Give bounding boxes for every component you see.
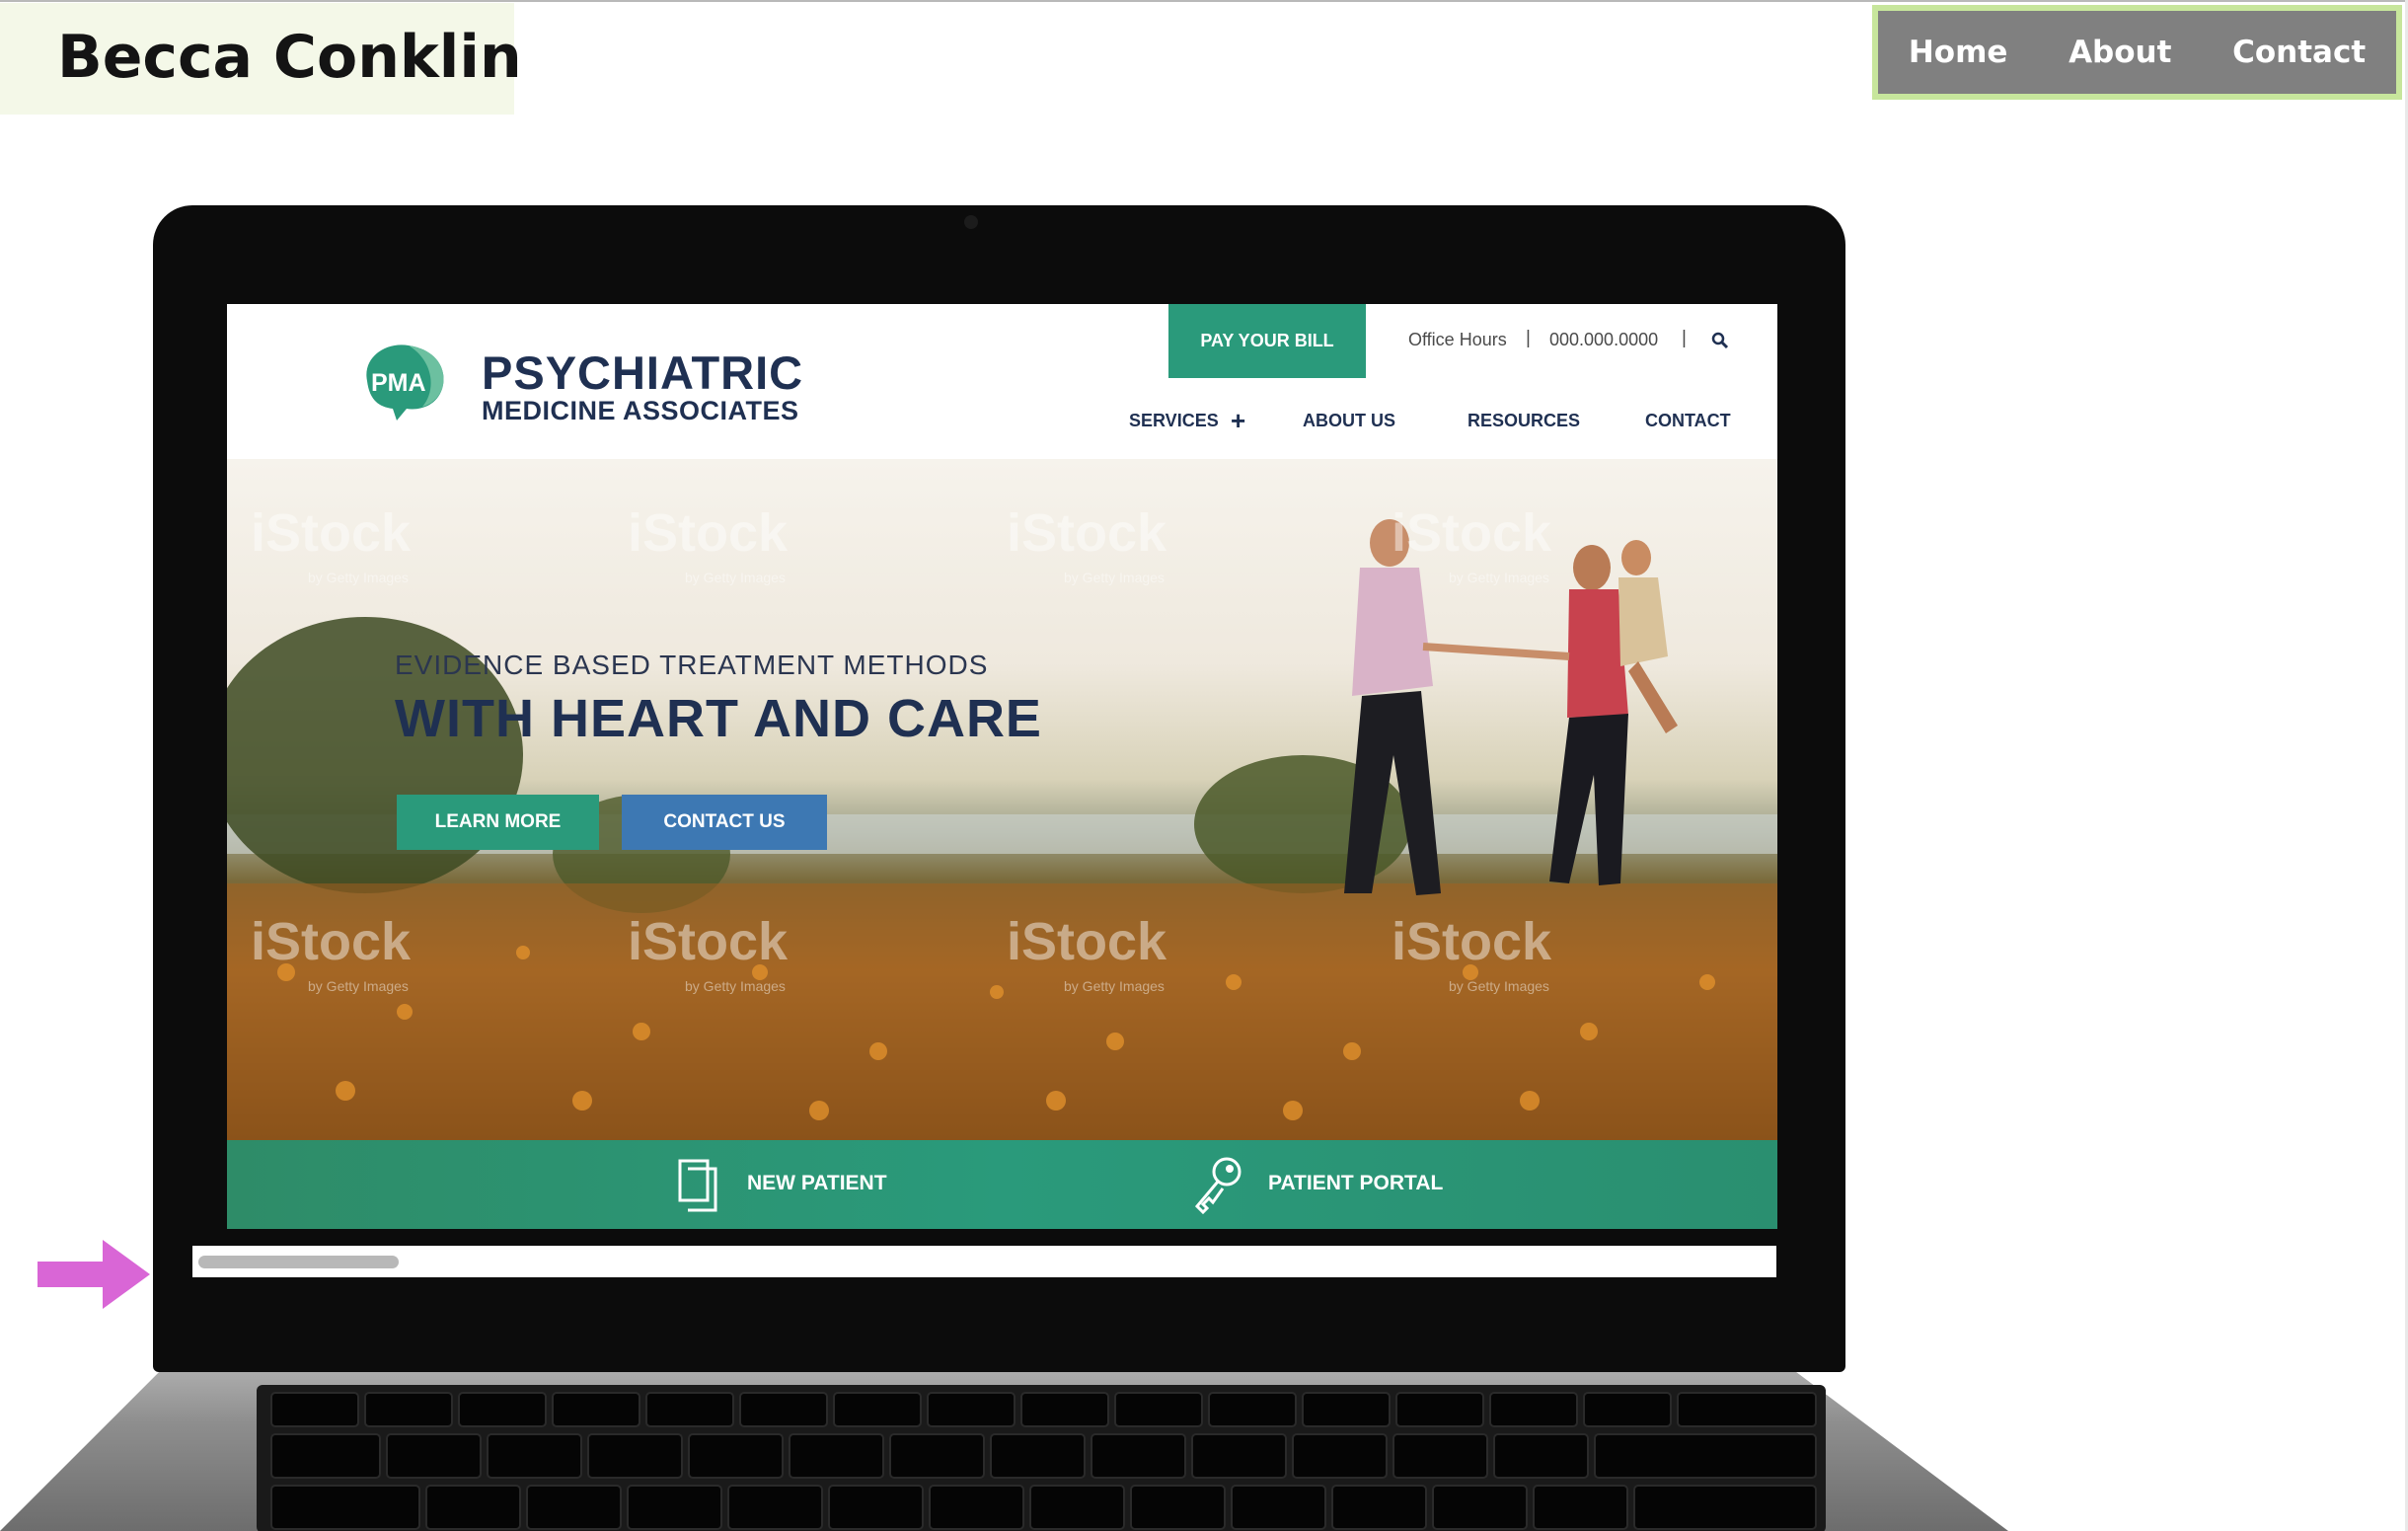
watermark: iStock	[1392, 912, 1552, 971]
contact-us-button[interactable]: CONTACT US	[622, 795, 827, 850]
watermark-caption: by Getty Images	[308, 570, 409, 585]
pma-title-line1: PSYCHIATRIC	[482, 346, 804, 399]
watermark-caption: by Getty Images	[1064, 978, 1165, 994]
watermark: iStock	[251, 912, 412, 971]
portfolio-nav-bar: Home About Contact	[1878, 11, 2396, 94]
portfolio-nav: Home About Contact	[1872, 5, 2402, 100]
menu-resources[interactable]: RESOURCES	[1467, 411, 1580, 431]
learn-more-button[interactable]: LEARN MORE	[397, 795, 599, 850]
menu-about-us[interactable]: ABOUT US	[1303, 411, 1395, 431]
pma-header: PMA PSYCHIATRIC MEDICINE ASSOCIATES PAY …	[227, 304, 1777, 459]
menu-contact[interactable]: CONTACT	[1645, 411, 1731, 431]
watermark-caption: by Getty Images	[1449, 978, 1549, 994]
pay-bill-button[interactable]: PAY YOUR BILL	[1168, 304, 1366, 378]
hero-banner: iStock by Getty Images iStock by Getty I…	[227, 459, 1777, 1140]
horizontal-scrollbar[interactable]	[192, 1246, 1776, 1277]
scrollbar-thumb[interactable]	[198, 1256, 399, 1268]
hero-title: WITH HEART AND CARE	[395, 689, 1042, 748]
pma-logo-letters: PMA	[371, 369, 426, 397]
laptop-keyboard	[257, 1385, 1826, 1531]
laptop-camera	[964, 215, 978, 229]
watermark: iStock	[1007, 503, 1167, 563]
document-icon[interactable]	[678, 1159, 717, 1212]
nav-contact-link[interactable]: Contact	[2232, 35, 2366, 70]
nav-home-link[interactable]: Home	[1909, 35, 2008, 70]
watermark: iStock	[251, 503, 412, 563]
menu-services[interactable]: SERVICES	[1129, 411, 1219, 431]
plus-icon[interactable]: +	[1231, 406, 1245, 436]
phone-number[interactable]: 000.000.0000	[1549, 330, 1658, 350]
watermark-caption: by Getty Images	[1064, 570, 1165, 585]
portfolio-brand: Becca Conklin	[0, 3, 522, 115]
separator: |	[1526, 328, 1531, 348]
watermark-caption: by Getty Images	[685, 570, 786, 585]
arrow-icon	[38, 1240, 150, 1309]
nav-about-link[interactable]: About	[2069, 35, 2171, 70]
watermark: iStock	[628, 912, 789, 971]
portfolio-name: Becca Conklin	[57, 23, 522, 92]
top-border	[0, 0, 2408, 2]
search-icon[interactable]	[1711, 332, 1729, 349]
key-icon[interactable]	[1189, 1155, 1244, 1216]
office-hours-link[interactable]: Office Hours	[1408, 330, 1507, 350]
watermark-caption: by Getty Images	[685, 978, 786, 994]
watermark: iStock	[1392, 503, 1552, 563]
watermark: iStock	[628, 503, 789, 563]
laptop-screen: PMA PSYCHIATRIC MEDICINE ASSOCIATES PAY …	[227, 304, 1777, 1229]
watermark: iStock	[1007, 912, 1167, 971]
hero-kicker: EVIDENCE BASED TREATMENT METHODS	[395, 650, 989, 680]
watermark-caption: by Getty Images	[1449, 570, 1549, 585]
patient-portal-link[interactable]: PATIENT PORTAL	[1268, 1172, 1443, 1195]
separator: |	[1682, 328, 1687, 348]
quick-links-bar: NEW PATIENT PATIENT PORTAL	[227, 1140, 1777, 1229]
new-patient-link[interactable]: NEW PATIENT	[747, 1172, 887, 1195]
watermark-caption: by Getty Images	[308, 978, 409, 994]
pma-title-line2: MEDICINE ASSOCIATES	[482, 396, 799, 425]
